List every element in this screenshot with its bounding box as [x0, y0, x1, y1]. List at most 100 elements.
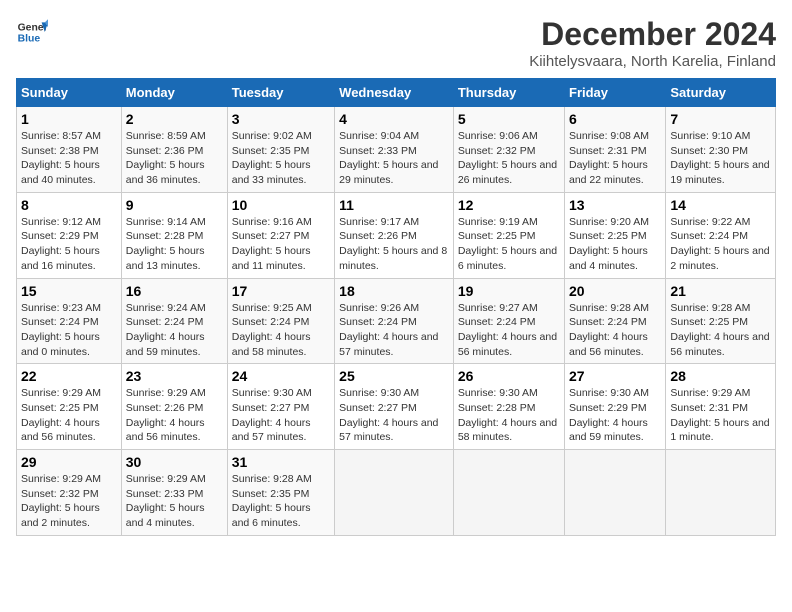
day-info: Sunrise: 8:59 AMSunset: 2:36 PMDaylight:…: [126, 129, 223, 188]
day-number: 22: [21, 368, 117, 384]
day-info: Sunrise: 9:12 AMSunset: 2:29 PMDaylight:…: [21, 215, 117, 274]
day-info: Sunrise: 9:30 AMSunset: 2:29 PMDaylight:…: [569, 386, 661, 445]
column-header-saturday: Saturday: [666, 79, 776, 107]
calendar-cell: 17Sunrise: 9:25 AMSunset: 2:24 PMDayligh…: [227, 278, 334, 364]
column-header-sunday: Sunday: [17, 79, 122, 107]
title-area: December 2024 Kiihtelysvaara, North Kare…: [529, 16, 776, 70]
column-header-friday: Friday: [565, 79, 666, 107]
calendar-cell: 10 Sunrise: 9:16 AMSunset: 2:27 PMDayligh…: [227, 192, 334, 278]
day-number: 29: [21, 454, 117, 470]
calendar-cell: [666, 450, 776, 536]
calendar-cell: 28 Sunrise: 9:29 AMSunset: 2:31 PMDayligh…: [666, 364, 776, 450]
day-number: 31: [232, 454, 330, 470]
calendar-cell: [565, 450, 666, 536]
day-number: 21: [670, 283, 771, 299]
day-number: 25: [339, 368, 449, 384]
logo: General Blue: [16, 16, 48, 48]
calendar-cell: 14 Sunrise: 9:22 AMSunset: 2:24 PMDayligh…: [666, 192, 776, 278]
calendar-body: 1Sunrise: 8:57 AMSunset: 2:38 PMDaylight…: [17, 107, 776, 536]
svg-text:Blue: Blue: [18, 34, 41, 45]
calendar-week-3: 15 Sunrise: 9:23 AMSunset: 2:24 PMDayligh…: [17, 278, 776, 364]
day-number: 24: [232, 368, 330, 384]
day-info: Sunrise: 9:29 AMSunset: 2:25 PMDaylight:…: [21, 386, 117, 445]
calendar-cell: 18 Sunrise: 9:26 AMSunset: 2:24 PMDayligh…: [335, 278, 454, 364]
day-info: Sunrise: 9:16 AMSunset: 2:27 PMDaylight:…: [232, 215, 330, 274]
calendar-cell: 5 Sunrise: 9:06 AMSunset: 2:32 PMDaylight…: [453, 107, 564, 193]
calendar-cell: 16 Sunrise: 9:24 AMSunset: 2:24 PMDayligh…: [121, 278, 227, 364]
calendar-cell: 23 Sunrise: 9:29 AMSunset: 2:26 PMDayligh…: [121, 364, 227, 450]
calendar-cell: 20 Sunrise: 9:28 AMSunset: 2:24 PMDayligh…: [565, 278, 666, 364]
calendar-table: SundayMondayTuesdayWednesdayThursdayFrid…: [16, 78, 776, 536]
calendar-cell: 11 Sunrise: 9:17 AMSunset: 2:26 PMDayligh…: [335, 192, 454, 278]
day-info: Sunrise: 9:19 AMSunset: 2:25 PMDaylight:…: [458, 215, 560, 274]
calendar-cell: 2Sunrise: 8:59 AMSunset: 2:36 PMDaylight…: [121, 107, 227, 193]
calendar-cell: 1Sunrise: 8:57 AMSunset: 2:38 PMDaylight…: [17, 107, 122, 193]
day-number: 8: [21, 197, 117, 213]
calendar-cell: 13 Sunrise: 9:20 AMSunset: 2:25 PMDayligh…: [565, 192, 666, 278]
day-number: 14: [670, 197, 771, 213]
day-info: Sunrise: 9:06 AMSunset: 2:32 PMDaylight:…: [458, 129, 560, 188]
day-info: Sunrise: 9:20 AMSunset: 2:25 PMDaylight:…: [569, 215, 661, 274]
day-number: 16: [126, 283, 223, 299]
calendar-cell: 24 Sunrise: 9:30 AMSunset: 2:27 PMDayligh…: [227, 364, 334, 450]
day-number: 10: [232, 197, 330, 213]
page-header: General Blue December 2024 Kiihtelysvaar…: [16, 16, 776, 70]
day-info: Sunrise: 9:29 AMSunset: 2:31 PMDaylight:…: [670, 386, 771, 445]
day-number: 5: [458, 111, 560, 127]
day-number: 23: [126, 368, 223, 384]
day-info: Sunrise: 9:22 AMSunset: 2:24 PMDaylight:…: [670, 215, 771, 274]
day-number: 26: [458, 368, 560, 384]
calendar-cell: 27 Sunrise: 9:30 AMSunset: 2:29 PMDayligh…: [565, 364, 666, 450]
logo-icon: General Blue: [16, 16, 48, 48]
column-header-monday: Monday: [121, 79, 227, 107]
day-number: 28: [670, 368, 771, 384]
day-info: Sunrise: 9:27 AMSunset: 2:24 PMDaylight:…: [458, 301, 560, 360]
day-number: 12: [458, 197, 560, 213]
day-number: 20: [569, 283, 661, 299]
day-number: 19: [458, 283, 560, 299]
day-info: Sunrise: 9:29 AMSunset: 2:26 PMDaylight:…: [126, 386, 223, 445]
day-info: Sunrise: 9:30 AMSunset: 2:28 PMDaylight:…: [458, 386, 560, 445]
calendar-cell: 19 Sunrise: 9:27 AMSunset: 2:24 PMDayligh…: [453, 278, 564, 364]
day-info: Sunrise: 9:17 AMSunset: 2:26 PMDaylight:…: [339, 215, 449, 274]
day-info: Sunrise: 9:28 AMSunset: 2:35 PMDaylight:…: [232, 472, 330, 531]
day-info: Sunrise: 9:02 AMSunset: 2:35 PMDaylight:…: [232, 129, 330, 188]
day-info: Sunrise: 9:26 AMSunset: 2:24 PMDaylight:…: [339, 301, 449, 360]
day-number: 6: [569, 111, 661, 127]
day-number: 27: [569, 368, 661, 384]
day-number: 30: [126, 454, 223, 470]
column-header-tuesday: Tuesday: [227, 79, 334, 107]
page-title: December 2024: [529, 16, 776, 53]
day-info: Sunrise: 9:29 AMSunset: 2:32 PMDaylight:…: [21, 472, 117, 531]
calendar-cell: 8 Sunrise: 9:12 AMSunset: 2:29 PMDaylight…: [17, 192, 122, 278]
page-subtitle: Kiihtelysvaara, North Karelia, Finland: [529, 53, 776, 70]
calendar-header-row: SundayMondayTuesdayWednesdayThursdayFrid…: [17, 79, 776, 107]
calendar-cell: 31 Sunrise: 9:28 AMSunset: 2:35 PMDayligh…: [227, 450, 334, 536]
calendar-cell: 29 Sunrise: 9:29 AMSunset: 2:32 PMDayligh…: [17, 450, 122, 536]
day-number: 7: [670, 111, 771, 127]
calendar-cell: 6Sunrise: 9:08 AMSunset: 2:31 PMDaylight…: [565, 107, 666, 193]
day-info: Sunrise: 9:29 AMSunset: 2:33 PMDaylight:…: [126, 472, 223, 531]
day-number: 13: [569, 197, 661, 213]
calendar-cell: 7 Sunrise: 9:10 AMSunset: 2:30 PMDaylight…: [666, 107, 776, 193]
day-info: Sunrise: 9:10 AMSunset: 2:30 PMDaylight:…: [670, 129, 771, 188]
day-number: 17: [232, 283, 330, 299]
day-number: 15: [21, 283, 117, 299]
calendar-cell: [453, 450, 564, 536]
day-info: Sunrise: 9:30 AMSunset: 2:27 PMDaylight:…: [339, 386, 449, 445]
day-info: Sunrise: 9:23 AMSunset: 2:24 PMDaylight:…: [21, 301, 117, 360]
day-info: Sunrise: 9:24 AMSunset: 2:24 PMDaylight:…: [126, 301, 223, 360]
day-info: Sunrise: 9:30 AMSunset: 2:27 PMDaylight:…: [232, 386, 330, 445]
day-number: 4: [339, 111, 449, 127]
calendar-cell: 3Sunrise: 9:02 AMSunset: 2:35 PMDaylight…: [227, 107, 334, 193]
day-number: 18: [339, 283, 449, 299]
calendar-cell: 25 Sunrise: 9:30 AMSunset: 2:27 PMDayligh…: [335, 364, 454, 450]
day-number: 9: [126, 197, 223, 213]
calendar-week-1: 1Sunrise: 8:57 AMSunset: 2:38 PMDaylight…: [17, 107, 776, 193]
day-info: Sunrise: 9:14 AMSunset: 2:28 PMDaylight:…: [126, 215, 223, 274]
calendar-cell: 12 Sunrise: 9:19 AMSunset: 2:25 PMDayligh…: [453, 192, 564, 278]
day-info: Sunrise: 9:28 AMSunset: 2:24 PMDaylight:…: [569, 301, 661, 360]
calendar-cell: 9 Sunrise: 9:14 AMSunset: 2:28 PMDaylight…: [121, 192, 227, 278]
calendar-cell: 21Sunrise: 9:28 AMSunset: 2:25 PMDayligh…: [666, 278, 776, 364]
day-number: 11: [339, 197, 449, 213]
